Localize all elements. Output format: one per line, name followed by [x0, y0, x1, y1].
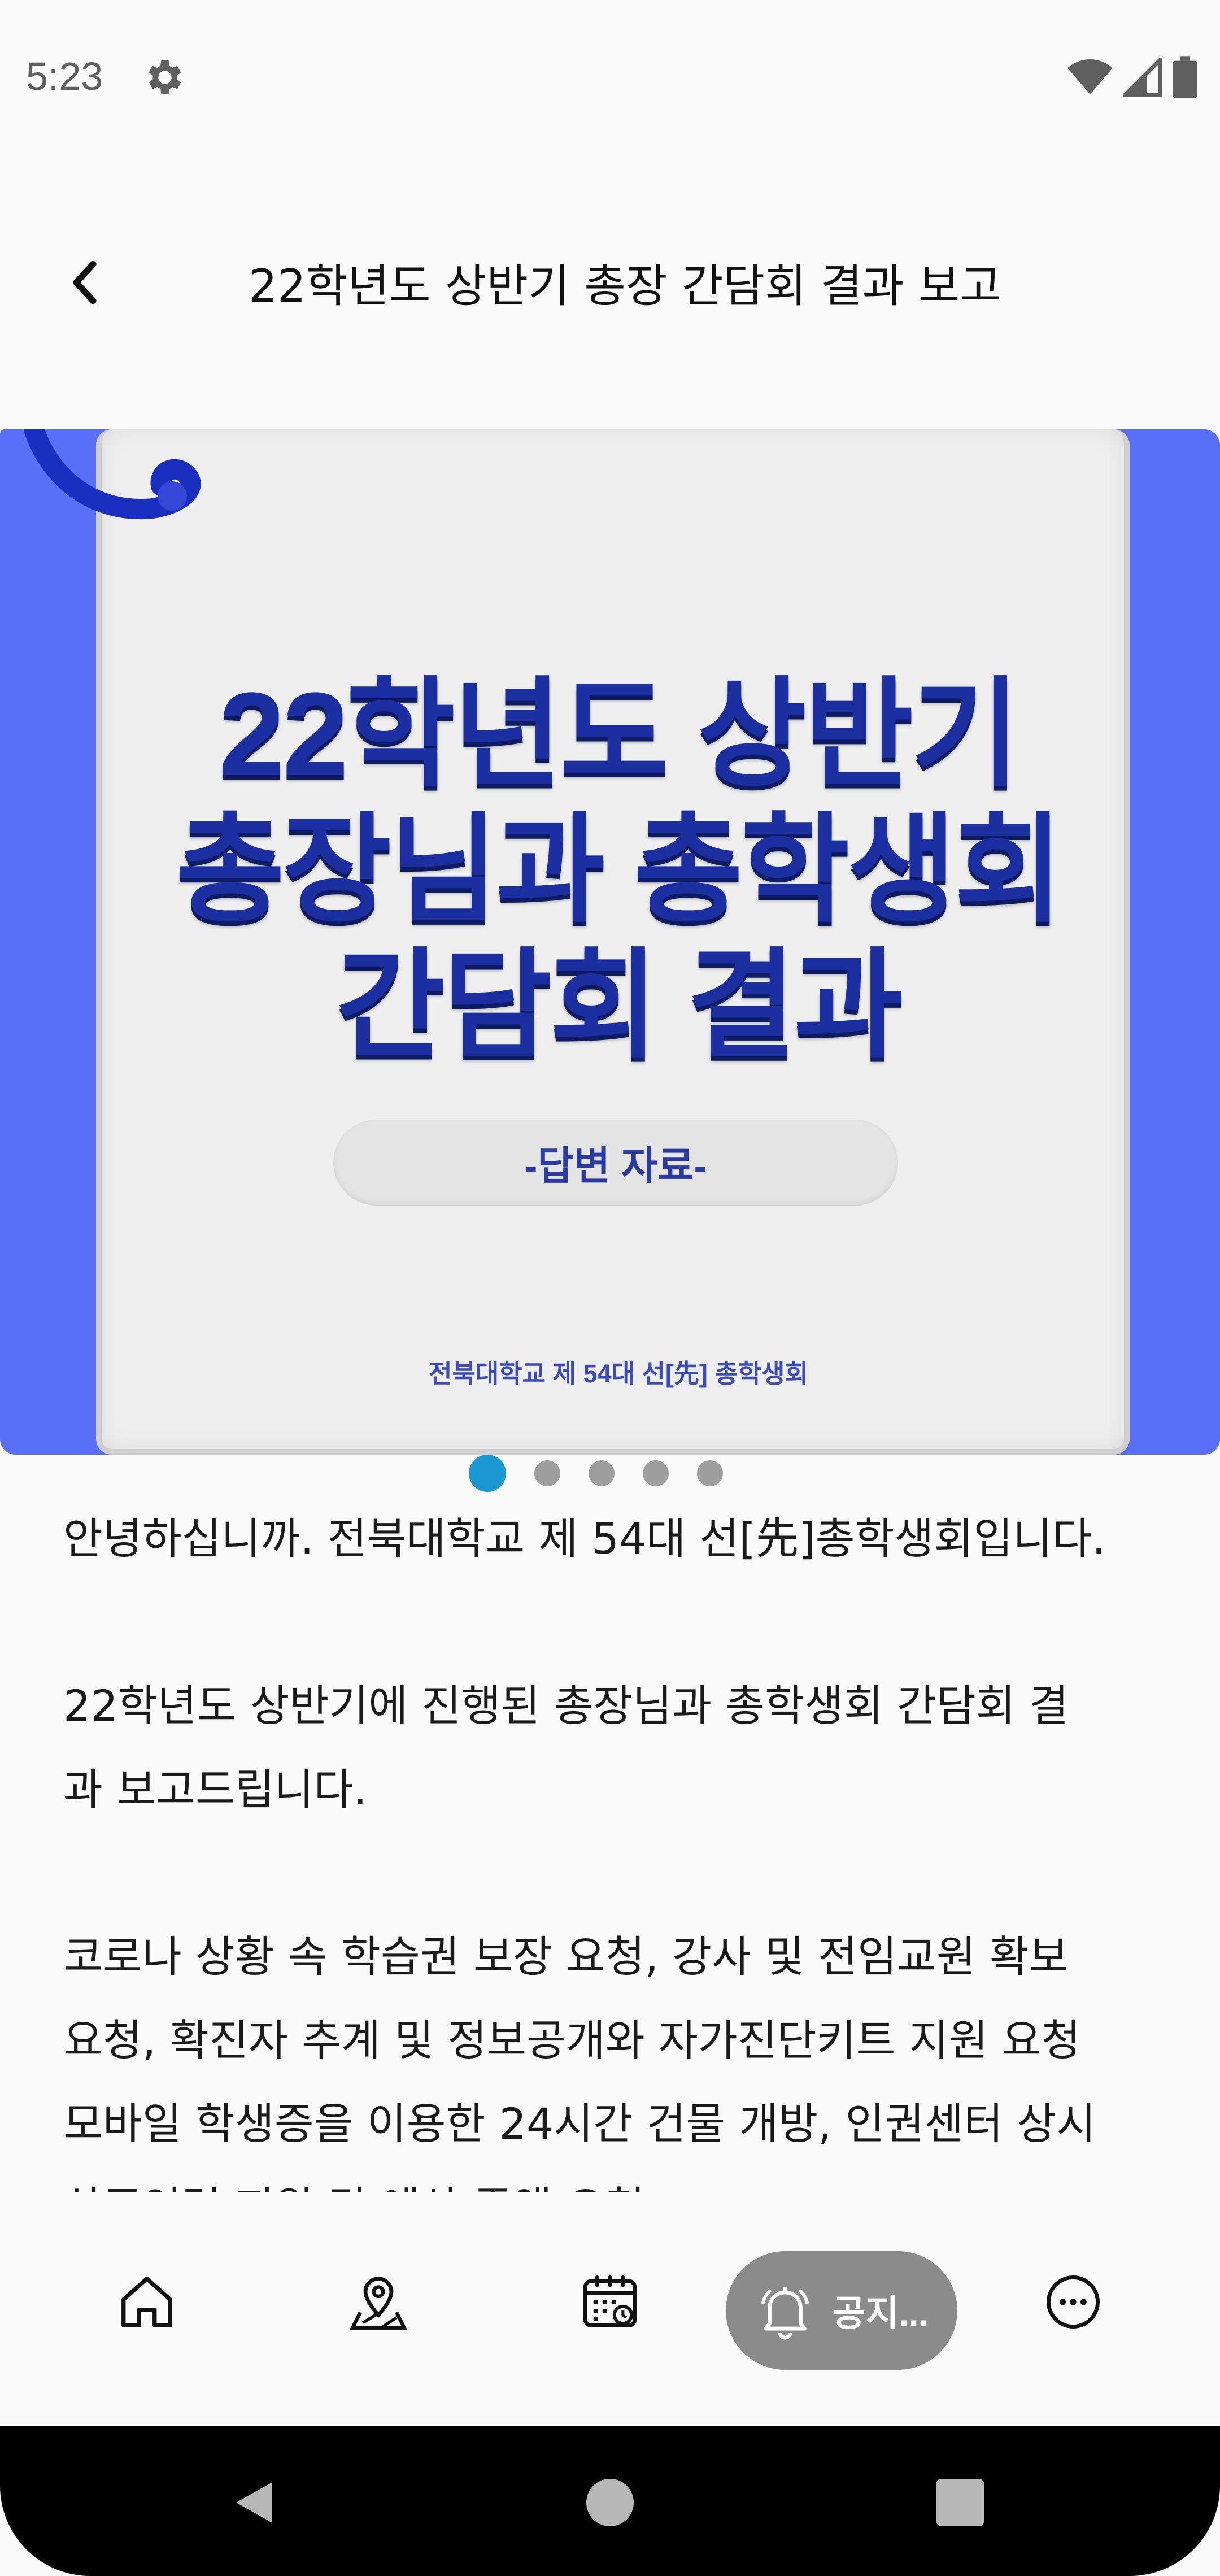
app-bar: 22학년도 상반기 총장 간담회 결과 보고 — [0, 215, 1220, 345]
battery-icon — [1173, 56, 1197, 101]
article-paragraph: 상주인력 지원 및 예산 증액 요청 — [63, 2166, 1170, 2192]
carousel-dot-4[interactable] — [643, 1460, 669, 1486]
nav-map-button[interactable] — [339, 2262, 418, 2342]
bell-icon — [761, 2287, 809, 2340]
back-button[interactable] — [56, 254, 113, 311]
home-circle-icon[interactable] — [585, 2477, 635, 2528]
nav-calendar-button[interactable] — [570, 2262, 650, 2342]
carousel-indicator — [469, 1454, 723, 1492]
article-paragraph: 코로나 상황 속 학습권 보장 요청, 강사 및 전임교원 확보 — [63, 1931, 1069, 1982]
signal-icon — [1120, 55, 1162, 99]
status-time: 5:23 — [26, 54, 103, 98]
status-bar: 5:23 — [0, 0, 1220, 153]
bottom-navigation: 공지... — [0, 2195, 1220, 2426]
calendar-icon — [583, 2275, 637, 2327]
article-paragraph: 과 보고드립니다. — [63, 1764, 367, 1814]
carousel-dot-5[interactable] — [697, 1460, 723, 1486]
article-paragraph: 요청, 확진자 추계 및 정보공개와 자가진단키트 지원 요청 — [63, 2015, 1081, 2065]
carousel-dot-2[interactable] — [534, 1460, 560, 1486]
gear-icon — [142, 55, 188, 100]
nav-notice-label: 공지... — [832, 2293, 929, 2334]
article-paragraph: 모바일 학생증을 이용한 24시간 건물 개방, 인권센터 상시 — [63, 2099, 1096, 2149]
nav-home-button[interactable] — [107, 2262, 186, 2342]
home-icon — [121, 2277, 172, 2327]
more-icon — [1047, 2275, 1100, 2329]
back-triangle-icon[interactable] — [229, 2477, 280, 2528]
system-navigation-bar — [0, 2426, 1220, 2576]
chevron-left-icon — [73, 260, 97, 304]
nav-notice-button[interactable]: 공지... — [726, 2251, 957, 2370]
page-title: 22학년도 상반기 총장 간담회 결과 보고 — [249, 260, 1001, 312]
binder-ring-icon — [24, 429, 201, 520]
article-paragraph: 안녕하십니까. 전북대학교 제 54대 선[先]총학생회입니다. — [63, 1513, 1106, 1564]
recents-square-icon[interactable] — [935, 2477, 986, 2528]
banner-image[interactable]: 22학년도 상반기 총장님과 총학생회 간담회 결과 -답변 자료- 전북대학교… — [0, 429, 1220, 1455]
map-pin-icon — [349, 2277, 408, 2330]
article-paragraph: 22학년도 상반기에 진행된 총장님과 총학생회 간담회 결 — [63, 1681, 1069, 1731]
wifi-icon — [1068, 58, 1113, 99]
nav-more-button[interactable] — [1034, 2262, 1113, 2342]
article-body: 안녕하십니까. 전북대학교 제 54대 선[先]총학생회입니다. 22학년도 상… — [63, 1497, 1170, 2192]
carousel-dot-1[interactable] — [469, 1455, 506, 1492]
carousel-dot-3[interactable] — [589, 1460, 615, 1486]
